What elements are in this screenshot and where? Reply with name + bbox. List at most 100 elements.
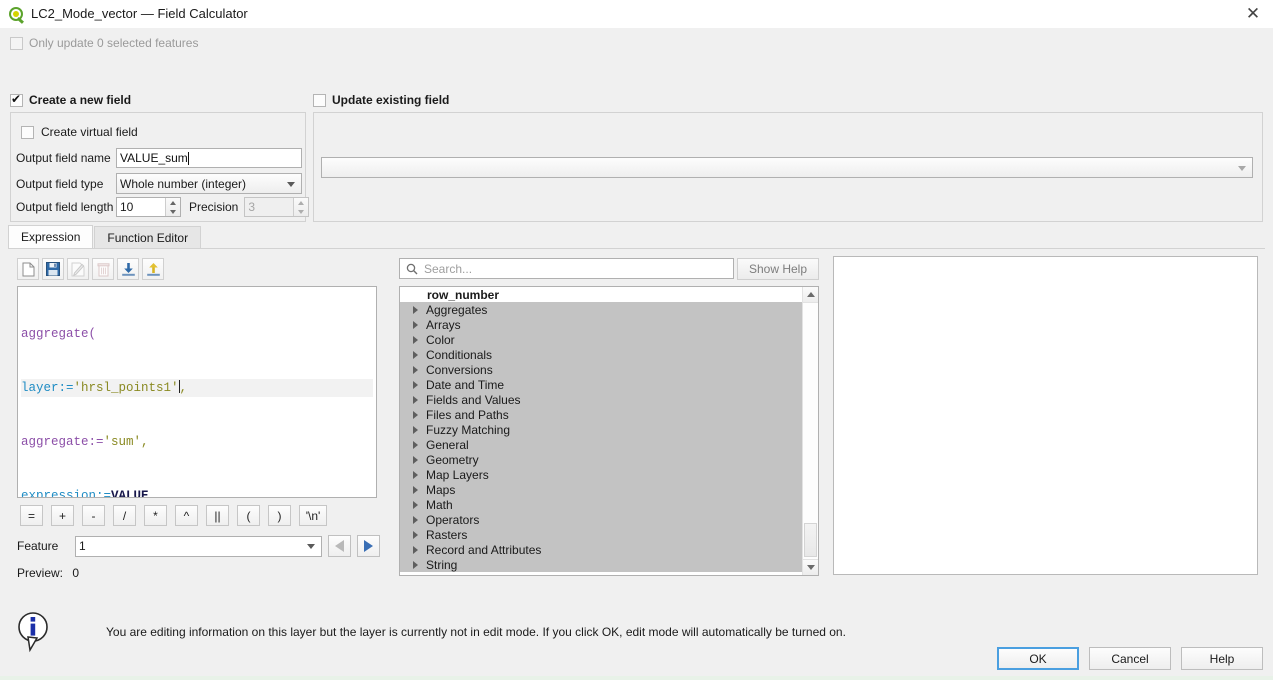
scroll-up-icon[interactable] xyxy=(803,287,818,303)
operator-close-paren-button[interactable]: ) xyxy=(268,505,291,526)
tree-item-row-number[interactable]: row_number xyxy=(400,287,802,302)
tree-item-label: Math xyxy=(426,497,453,512)
expression-editor[interactable]: aggregate( layer:='hrsl_points1', aggreg… xyxy=(17,286,377,498)
dialog-button-row: OK Cancel Help xyxy=(997,647,1263,670)
code-line-current: layer:='hrsl_points1', xyxy=(21,379,373,397)
operator-divide-button[interactable]: / xyxy=(113,505,136,526)
chevron-right-icon[interactable] xyxy=(404,305,426,314)
scroll-down-icon[interactable] xyxy=(803,559,818,575)
scrollbar-track[interactable] xyxy=(803,303,818,559)
chevron-right-icon[interactable] xyxy=(404,515,426,524)
tab-function-editor[interactable]: Function Editor xyxy=(94,226,202,248)
tree-item-label: Record and Attributes xyxy=(426,542,542,557)
create-virtual-field-row[interactable]: Create virtual field xyxy=(21,125,138,139)
save-expression-icon[interactable] xyxy=(42,258,64,280)
ok-button[interactable]: OK xyxy=(997,647,1079,670)
tree-item-arrays[interactable]: Arrays xyxy=(400,317,802,332)
output-field-length-stepper[interactable]: 10 xyxy=(116,197,181,217)
cancel-button[interactable]: Cancel xyxy=(1089,647,1171,670)
operator-concat-button[interactable]: || xyxy=(206,505,229,526)
tree-item-conversions[interactable]: Conversions xyxy=(400,362,802,377)
new-expression-icon[interactable] xyxy=(17,258,39,280)
tree-item-rasters[interactable]: Rasters xyxy=(400,527,802,542)
tree-item-geometry[interactable]: Geometry xyxy=(400,452,802,467)
chevron-right-icon[interactable] xyxy=(404,470,426,479)
chevron-right-icon[interactable] xyxy=(404,545,426,554)
chevron-right-icon[interactable] xyxy=(404,485,426,494)
chevron-right-icon[interactable] xyxy=(404,380,426,389)
chevron-right-icon[interactable] xyxy=(404,395,426,404)
create-virtual-field-label: Create virtual field xyxy=(41,125,138,139)
tree-item-map-layers[interactable]: Map Layers xyxy=(400,467,802,482)
update-existing-field-header[interactable]: Update existing field xyxy=(313,93,449,107)
update-existing-field-checkbox[interactable] xyxy=(313,93,326,107)
chevron-right-icon[interactable] xyxy=(404,350,426,359)
scrollbar-thumb[interactable] xyxy=(804,523,817,557)
import-expression-icon[interactable] xyxy=(117,258,139,280)
operator-plus-button[interactable]: + xyxy=(51,505,74,526)
close-icon[interactable]: ✕ xyxy=(1233,0,1273,28)
tree-item-aggregates[interactable]: Aggregates xyxy=(400,302,802,317)
chevron-right-icon[interactable] xyxy=(404,500,426,509)
info-icon xyxy=(16,610,56,654)
operator-multiply-button[interactable]: * xyxy=(144,505,167,526)
chevron-right-icon[interactable] xyxy=(404,560,426,569)
tree-item-fuzzy-matching[interactable]: Fuzzy Matching xyxy=(400,422,802,437)
next-feature-icon[interactable] xyxy=(357,535,380,557)
feature-selector-row: Feature 1 xyxy=(17,535,380,557)
tree-item-label: String xyxy=(426,557,458,572)
show-help-button[interactable]: Show Help xyxy=(737,258,819,280)
help-button[interactable]: Help xyxy=(1181,647,1263,670)
feature-combo[interactable]: 1 xyxy=(75,535,322,557)
function-tree[interactable]: row_number Aggregates Arrays Color Condi… xyxy=(399,286,819,576)
operator-minus-button[interactable]: - xyxy=(82,505,105,526)
tree-item-record-and-attributes[interactable]: Record and Attributes xyxy=(400,542,802,557)
search-input[interactable]: Search... xyxy=(399,258,734,279)
operator-open-paren-button[interactable]: ( xyxy=(237,505,260,526)
tree-item-label: Conversions xyxy=(426,362,493,377)
tree-item-date-and-time[interactable]: Date and Time xyxy=(400,377,802,392)
code-token-param: expression:= xyxy=(21,489,112,498)
tree-item-maps[interactable]: Maps xyxy=(400,482,802,497)
existing-field-combo[interactable] xyxy=(321,157,1253,178)
create-virtual-field-checkbox[interactable] xyxy=(21,125,34,139)
only-update-selected-checkbox[interactable] xyxy=(10,36,23,50)
window-title: LC2_Mode_vector — Field Calculator xyxy=(31,6,248,21)
chevron-right-icon[interactable] xyxy=(404,425,426,434)
code-token-tail: , xyxy=(179,381,188,395)
only-update-selected-row[interactable]: Only update 0 selected features xyxy=(10,36,198,50)
output-field-type-combo[interactable]: Whole number (integer) xyxy=(116,173,302,194)
chevron-right-icon[interactable] xyxy=(404,365,426,374)
tree-item-color[interactable]: Color xyxy=(400,332,802,347)
tree-item-fields-and-values[interactable]: Fields and Values xyxy=(400,392,802,407)
code-line: expression:=VALUE, xyxy=(21,487,373,498)
code-token-tail: , xyxy=(141,435,149,449)
tree-item-files-and-paths[interactable]: Files and Paths xyxy=(400,407,802,422)
create-new-field-header[interactable]: Create a new field xyxy=(10,92,131,107)
operator-newline-button[interactable]: '\n' xyxy=(299,505,327,526)
function-tree-scrollbar[interactable] xyxy=(802,287,818,575)
tree-item-label: Arrays xyxy=(426,317,461,332)
tree-item-operators[interactable]: Operators xyxy=(400,512,802,527)
tree-item-string[interactable]: String xyxy=(400,557,802,572)
tab-strip: Expression Function Editor xyxy=(8,225,1265,248)
search-icon xyxy=(406,263,418,274)
chevron-right-icon[interactable] xyxy=(404,455,426,464)
operator-power-button[interactable]: ^ xyxy=(175,505,198,526)
export-expression-icon[interactable] xyxy=(142,258,164,280)
output-field-name-input[interactable]: VALUE_sum xyxy=(116,148,302,168)
tree-item-conditionals[interactable]: Conditionals xyxy=(400,347,802,362)
chevron-right-icon[interactable] xyxy=(404,440,426,449)
tree-item-label: Conditionals xyxy=(426,347,493,362)
tree-item-math[interactable]: Math xyxy=(400,497,802,512)
tab-expression[interactable]: Expression xyxy=(8,225,94,248)
tree-item-general[interactable]: General xyxy=(400,437,802,452)
operator-equals-button[interactable]: = xyxy=(20,505,43,526)
chevron-right-icon[interactable] xyxy=(404,335,426,344)
title-bar: LC2_Mode_vector — Field Calculator ✕ xyxy=(0,0,1273,28)
chevron-right-icon[interactable] xyxy=(404,530,426,539)
create-new-field-checkbox[interactable] xyxy=(10,92,23,107)
code-token-string: 'sum' xyxy=(103,435,142,449)
chevron-right-icon[interactable] xyxy=(404,410,426,419)
chevron-right-icon[interactable] xyxy=(404,320,426,329)
